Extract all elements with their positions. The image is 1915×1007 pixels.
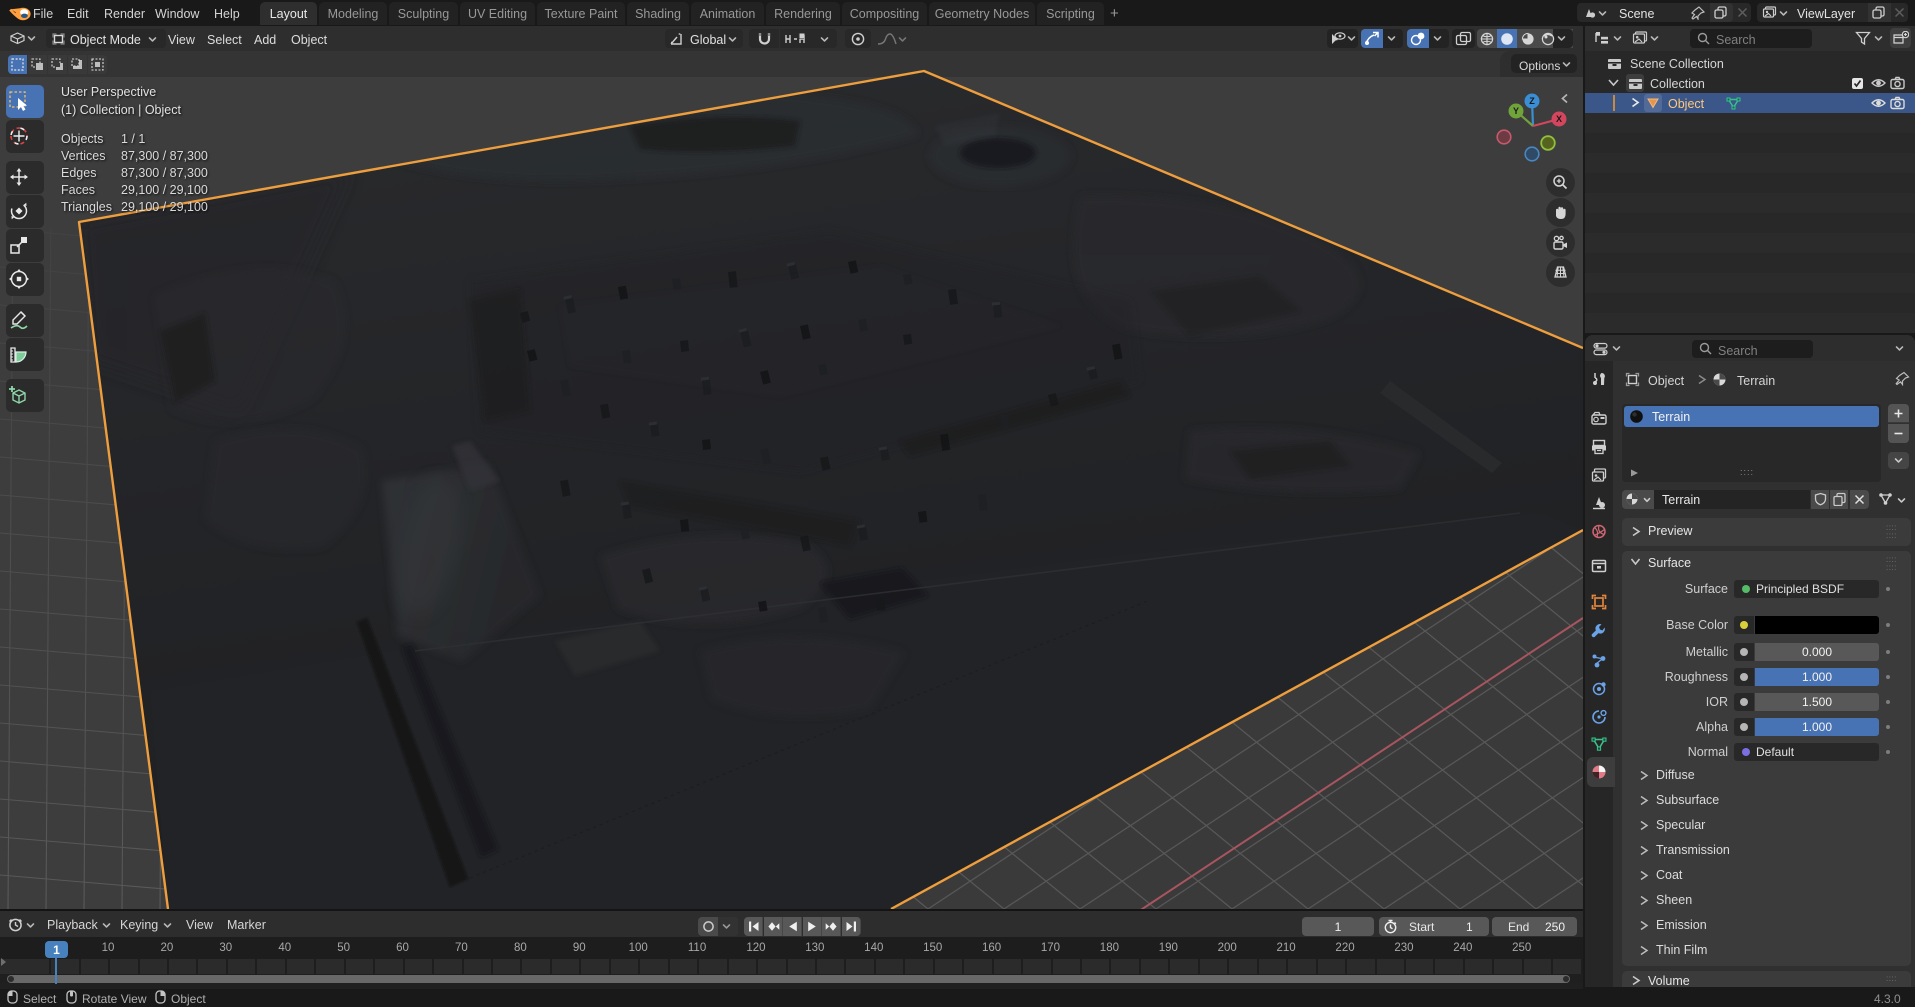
svg-text:Z: Z [1529,96,1535,106]
svg-text:Y: Y [1513,106,1519,116]
svg-text:X: X [1556,114,1562,124]
